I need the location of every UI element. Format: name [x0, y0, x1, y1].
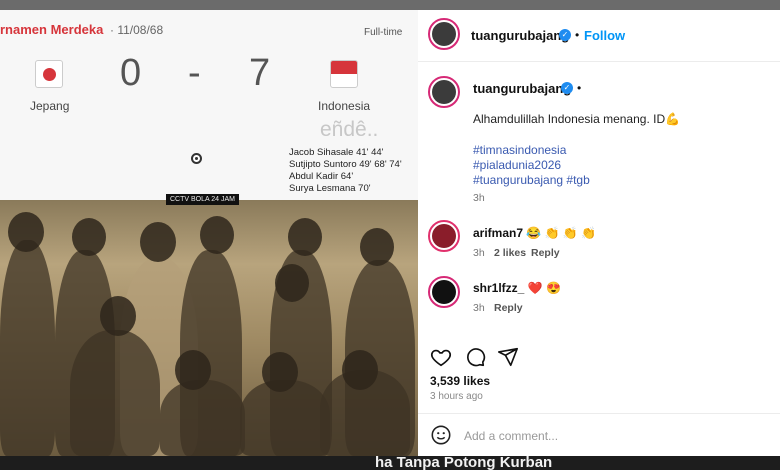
caption-username[interactable]: tuangurubajang — [473, 81, 571, 96]
separator-dot: • — [575, 28, 580, 42]
hashtag-link[interactable]: #pialadunia2026 — [473, 158, 561, 172]
hashtag-link[interactable]: #timnasindonesia — [473, 143, 566, 157]
verified-icon: ✓ — [559, 29, 571, 41]
follow-button[interactable]: Follow — [584, 28, 625, 43]
scorers-list: Jacob Sihasale 41' 44' Sutjipto Suntoro … — [289, 147, 402, 195]
match-status: Full-time — [364, 27, 403, 38]
divider — [418, 413, 780, 414]
japan-flag-icon — [35, 60, 63, 88]
comment-likes[interactable]: 2 likes — [494, 247, 526, 259]
comment-username[interactable]: arifman7 — [473, 226, 523, 240]
away-score: 7 — [249, 52, 271, 94]
comment-text: ❤️ 😍 — [527, 281, 561, 295]
scoreboard: rnamen Merdeka · 11/08/68 Full-time 0 - … — [0, 10, 418, 200]
background-headline-strip: ha Tanpa Potong Kurban — [0, 456, 780, 470]
scorer-line: Surya Lesmana 70' — [289, 183, 371, 194]
reply-button[interactable]: Reply — [494, 302, 523, 314]
photo-tag: CCTV BOLA 24 JAM — [166, 194, 239, 205]
heart-icon[interactable] — [430, 346, 452, 368]
watermark: eñdê.. — [320, 118, 379, 141]
reply-button[interactable]: Reply — [531, 247, 560, 259]
away-team-name: Indonesia — [318, 99, 371, 113]
comment: shr1lfzz_ ❤️ 😍 — [473, 281, 561, 295]
football-icon — [191, 153, 202, 164]
caption-time: 3h — [473, 192, 485, 204]
author-username[interactable]: tuangurubajang — [471, 28, 569, 43]
commenter-avatar[interactable] — [428, 276, 460, 308]
scorer-line: Jacob Sihasale 41' 44' — [289, 147, 384, 158]
comment-time: 3h — [473, 302, 485, 314]
comment-time: 3h — [473, 247, 485, 259]
page: rnamen Merdeka · 11/08/68 Full-time 0 - … — [0, 0, 780, 470]
scorer-line: Abdul Kadir 64' — [289, 171, 354, 182]
hashtag-link[interactable]: #tuangurubajang #tgb — [473, 173, 590, 187]
home-team-name: Jepang — [30, 99, 70, 113]
separator-dot: • — [577, 81, 582, 95]
comment-text: 😂 👏 👏 👏 — [526, 226, 597, 240]
indonesia-flag-icon — [330, 60, 358, 88]
share-icon[interactable] — [497, 346, 519, 368]
caption-text: Alhamdulillah Indonesia menang. ID💪 — [473, 112, 681, 126]
post-media[interactable]: rnamen Merdeka · 11/08/68 Full-time 0 - … — [0, 10, 418, 456]
score-separator: - — [188, 52, 201, 94]
browser-top-strip — [0, 0, 780, 10]
author-avatar[interactable] — [428, 18, 460, 50]
team-photo — [0, 200, 418, 456]
tournament-title: rnamen Merdeka — [0, 22, 104, 37]
post-panel: tuangurubajang ✓ • Follow tuangurubajang… — [418, 10, 780, 456]
comment-input[interactable]: Add a comment... — [464, 429, 558, 443]
background-headline: ha Tanpa Potong Kurban — [375, 456, 553, 470]
comment-username[interactable]: shr1lfzz_ — [473, 281, 524, 295]
match-date: · 11/08/68 — [110, 23, 164, 37]
verified-icon: ✓ — [561, 82, 573, 94]
comment: arifman7 😂 👏 👏 👏 — [473, 226, 596, 240]
home-score: 0 — [120, 52, 142, 94]
emoji-icon[interactable] — [430, 424, 452, 446]
scorer-line: Sutjipto Suntoro 49' 68' 74' — [289, 159, 402, 170]
post-header: tuangurubajang ✓ • Follow — [418, 10, 780, 62]
like-count[interactable]: 3,539 likes — [430, 374, 490, 388]
caption-avatar[interactable] — [428, 76, 460, 108]
comment-icon[interactable] — [464, 346, 486, 368]
post-timestamp: 3 hours ago — [430, 391, 483, 402]
commenter-avatar[interactable] — [428, 220, 460, 252]
